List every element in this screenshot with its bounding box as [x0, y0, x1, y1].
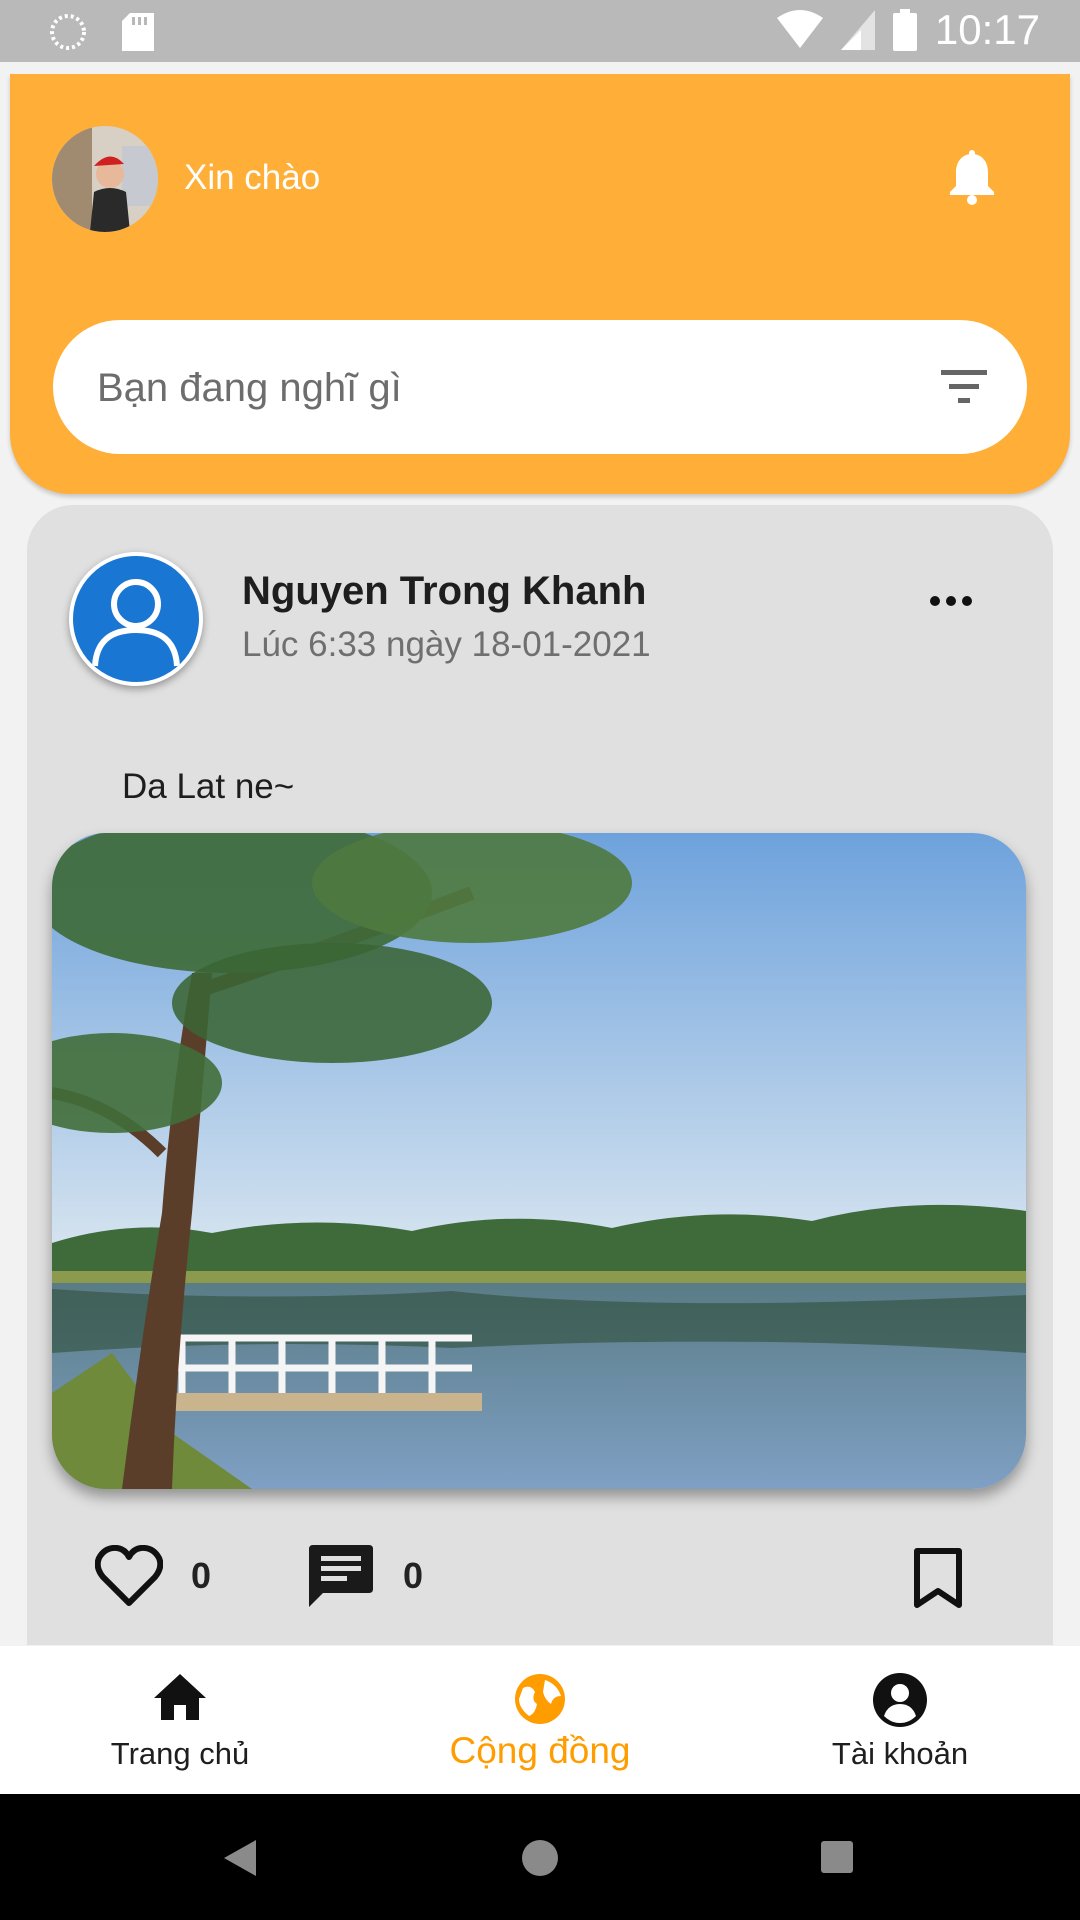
more-options-icon[interactable] [929, 595, 973, 607]
comment-icon [309, 1545, 373, 1607]
sd-card-icon [122, 13, 154, 51]
heart-icon [95, 1545, 163, 1606]
back-icon[interactable] [222, 1838, 258, 1878]
nav-label-community: Cộng đồng [449, 1730, 631, 1771]
status-bar: 10:17 [0, 0, 1080, 62]
user-avatar[interactable] [52, 126, 158, 232]
sync-icon [50, 14, 86, 50]
app-header: Xin chào [10, 74, 1070, 494]
notification-button[interactable] [948, 150, 996, 211]
bell-icon [950, 150, 994, 205]
nav-item-account[interactable]: Tài khoản [760, 1646, 1040, 1794]
person-icon [92, 579, 180, 667]
filter-icon[interactable] [939, 364, 989, 410]
home-circle-icon[interactable] [520, 1838, 560, 1878]
comment-action[interactable]: 0 [307, 1543, 423, 1609]
post-text: Da Lat ne~ [122, 767, 295, 806]
signal-icon [840, 10, 875, 50]
globe-icon [515, 1674, 565, 1724]
greeting-text: Xin chào [184, 158, 321, 197]
wifi-icon [776, 10, 823, 48]
nav-item-community[interactable]: Cộng đồng [400, 1646, 680, 1794]
nav-item-home[interactable]: Trang chủ [40, 1646, 320, 1794]
like-count: 0 [191, 1555, 212, 1596]
like-action[interactable]: 0 [95, 1545, 211, 1607]
battery-icon [892, 9, 917, 51]
search-bar [53, 320, 1027, 454]
bookmark-icon[interactable] [913, 1547, 963, 1609]
nav-label-account: Tài khoản [831, 1736, 969, 1771]
home-icon [154, 1674, 206, 1720]
post-author-avatar[interactable] [69, 552, 203, 686]
bottom-navigation: Trang chủ Cộng đồng Tài khoản [0, 1646, 1080, 1794]
account-circle-icon [873, 1673, 927, 1727]
recents-icon[interactable] [820, 1840, 854, 1874]
clock: 10:17 [934, 6, 1040, 53]
system-navigation-bar [0, 1794, 1080, 1920]
post-image[interactable] [52, 833, 1026, 1489]
search-input[interactable] [95, 354, 879, 422]
post-timestamp: Lúc 6:33 ngày 18-01-2021 [242, 625, 651, 664]
post-card: Nguyen Trong Khanh Lúc 6:33 ngày 18-01-2… [27, 505, 1053, 1645]
nav-label-home: Trang chủ [110, 1736, 250, 1771]
post-author-name[interactable]: Nguyen Trong Khanh [242, 569, 646, 614]
comment-count: 0 [403, 1555, 424, 1596]
